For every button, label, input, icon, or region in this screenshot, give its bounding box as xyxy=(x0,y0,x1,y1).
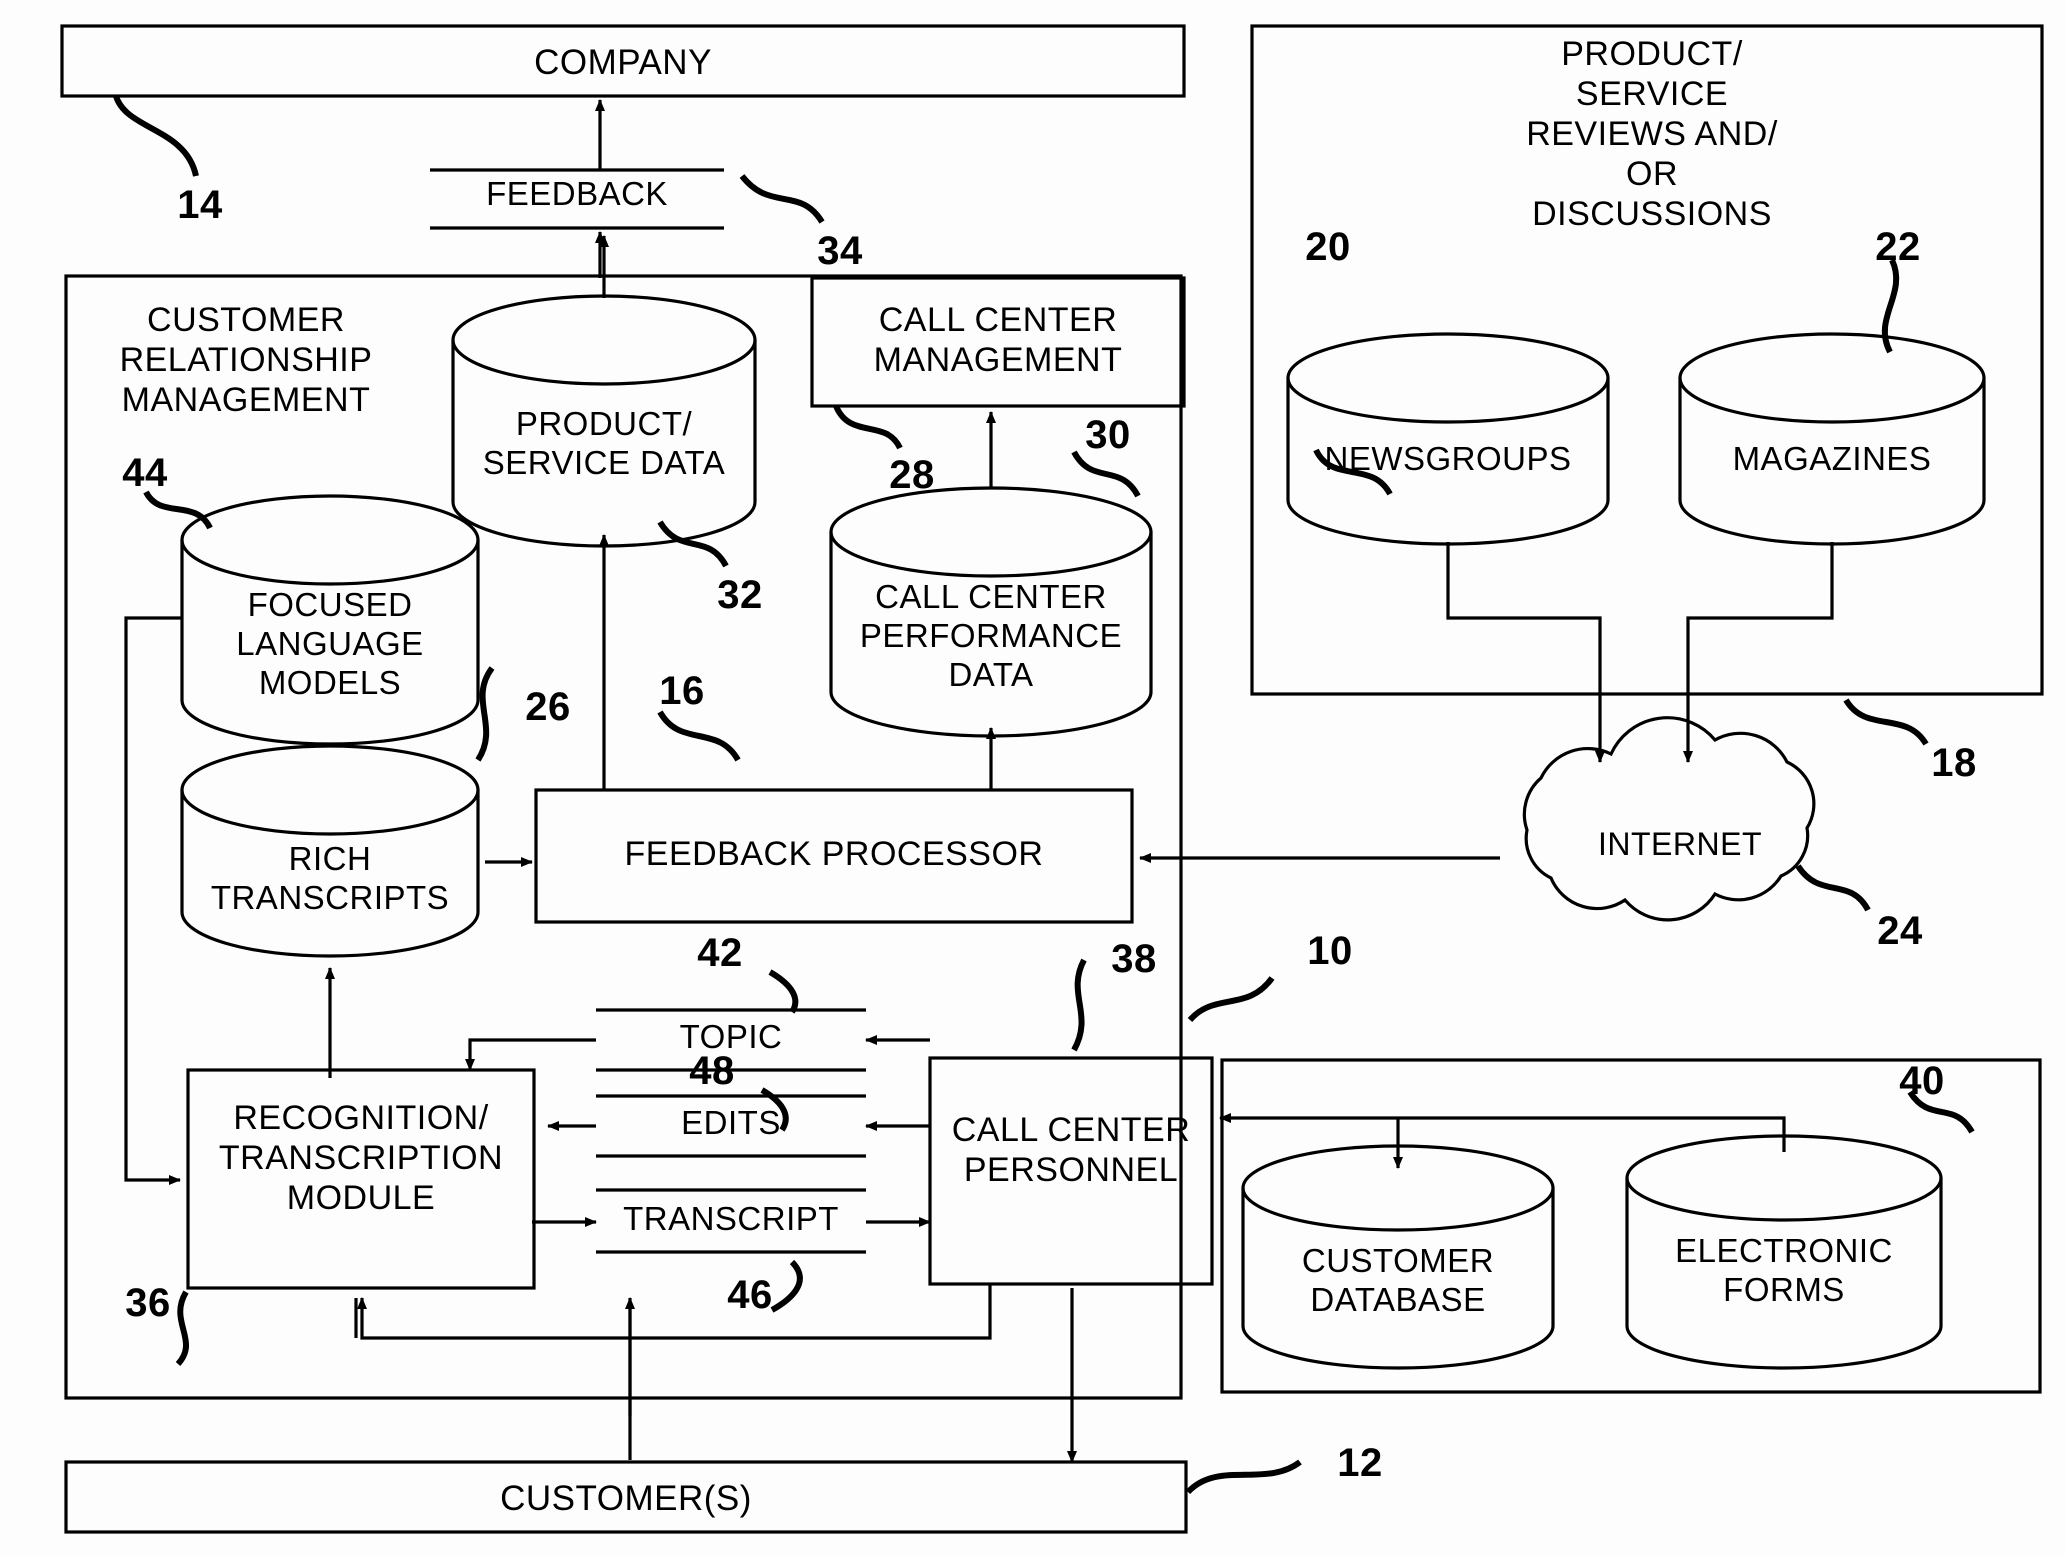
reviews-panel-outline xyxy=(1250,24,2044,696)
feedback-processor-outline xyxy=(534,788,1134,924)
ccm-box-outline xyxy=(810,276,1186,408)
diagram-vector-layer xyxy=(60,24,2044,1534)
company-box-outline xyxy=(60,24,1186,98)
figure-canvas: COMPANY 14 FEEDBACK 34 CUSTOMER RELATION… xyxy=(0,0,2065,1555)
recognition-module-outline xyxy=(186,1068,536,1290)
customers-box-outline xyxy=(64,1460,1188,1534)
call-center-personnel-outline xyxy=(928,1056,1214,1286)
system-panel-outline xyxy=(64,274,1183,1400)
